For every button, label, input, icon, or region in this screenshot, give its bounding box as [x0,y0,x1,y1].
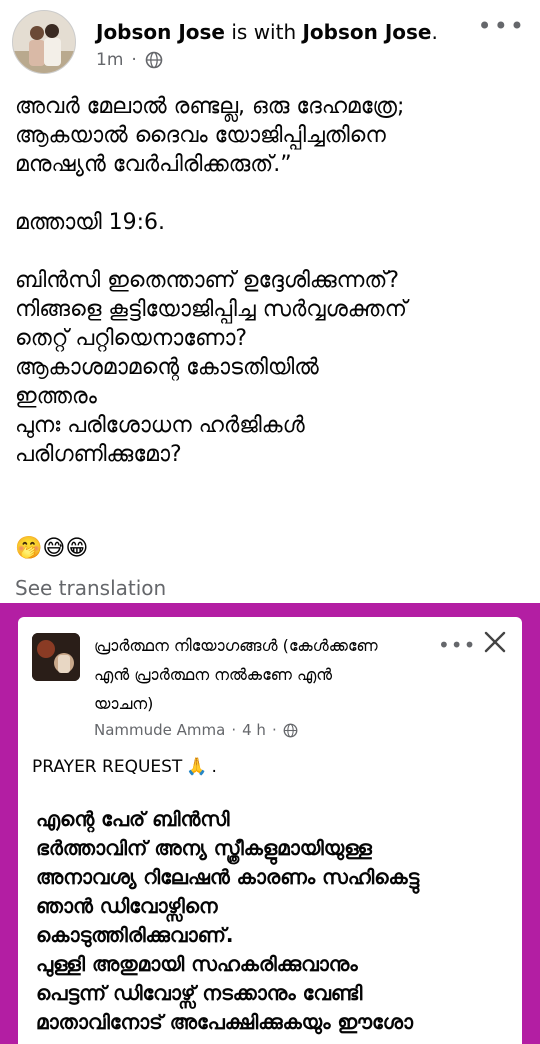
prayer-line: മാതാവിനോട് അപേക്ഷിക്കുകയും ഈശോ [36,1010,414,1034]
see-translation-link[interactable]: See translation [15,576,166,600]
meta-separator: · [271,721,277,739]
post-line: പരിഗണിക്കുമോ? [15,442,182,467]
globe-icon [283,723,298,737]
group-title-line: എൻ പ്രാർത്ഥന നൽകണേ എൻ [94,665,333,684]
with-connector: is with [225,20,303,44]
post-line: മനുഷ്യൻ വേർപിരിക്കരുത്.” [15,152,292,177]
group-photo-icon [32,633,80,681]
prayer-request-body: എന്റെ പേര് ബിൻസി ഭർത്താവിന് അന്യ സ്ത്രീക… [36,805,516,1037]
post-line: ആകയാൽ ദൈവം യോജിപ്പിച്ചതിനെ [15,123,386,148]
prayer-line: എന്റെ പേര് ബിൻസി [36,807,230,831]
couple-photo-icon [13,11,75,73]
close-icon [484,631,506,653]
meta-separator: · [131,50,137,70]
group-title-line: യാചന) [94,694,154,713]
prayer-line: കൊടുത്തിരിക്കുവാണ്. [36,923,234,947]
prayer-line: ഞാൻ ഡിവോഴ്സിനെ [36,894,218,918]
post-line: തെറ്റ് പറ്റിയെനാണോ? [15,326,248,351]
group-title-line: പ്രാർത്ഥന നിയോഗങ്ങൾ (കേൾക്കണേ [94,636,378,655]
post-header: Jobson Jose is with Jobson Jose. 1m · ••… [0,0,540,90]
prayer-line: ഭർത്താവിന് അന്യ സ്ത്രീകളുമായിയുള്ള [36,836,372,860]
post-line-gap [15,237,530,266]
prayer-line: പെട്ടന്ന് ഡിവോഴ്സ് നടക്കാനും വേണ്ടി [36,981,363,1005]
post-line: ആകാശമാമന്റെ കോടതിയിൽ [15,355,319,380]
group-time: 4 h [242,721,266,739]
prayer-line: അനാവശ്യ റിലേഷൻ കാരണം സഹികെട്ടു [36,865,420,889]
post-meta: 1m · [96,50,163,70]
card-more-options-icon: ••• [438,633,477,657]
period: . [431,20,438,44]
post-line: ബിൻസി ഇതെന്താണ് ഉദ്ദേശിക്കുന്നത്? [15,268,400,293]
praying-hands-icon: 🙏 [186,757,208,777]
post-line: ഇത്തരം [15,384,97,409]
prayer-heading-end: . [211,757,217,777]
prayer-line: പുള്ളി അതുമായി സഹകരിക്കുവാനും [36,952,358,976]
author-avatar[interactable] [12,10,76,74]
post-line: മത്തായി 19:6. [15,210,166,235]
group-author: Nammude Amma [94,721,226,739]
post-more-options-icon[interactable]: ••• [478,14,526,38]
shared-screenshot-card: പ്രാർത്ഥന നിയോഗങ്ങൾ (കേൾക്കണേ എൻ പ്രാർത്… [18,617,522,1044]
post-time-link[interactable]: 1m [96,50,123,70]
post-text: അവർ മേലാൽ രണ്ടല്ല, ഒരു ദേഹമത്രേ; ആകയാൽ ദ… [15,92,530,469]
emoji-line: 🤭😅😁 [15,536,89,561]
group-avatar [32,633,80,681]
post-line: പുനഃ പരിശോധന ഹർജികൾ [15,413,305,438]
author-line: Jobson Jose is with Jobson Jose. [96,20,438,44]
meta-separator: · [231,721,237,739]
post-line-gap [15,179,530,208]
tagged-name-link[interactable]: Jobson Jose [302,20,431,44]
prayer-heading-text: PRAYER REQUEST [32,757,183,777]
prayer-request-heading: PRAYER REQUEST 🙏. [32,757,217,777]
post-line: അവർ മേലാൽ രണ്ടല്ല, ഒരു ദേഹമത്രേ; [15,94,405,119]
author-name-link[interactable]: Jobson Jose [96,20,225,44]
group-title[interactable]: പ്രാർത്ഥന നിയോഗങ്ങൾ (കേൾക്കണേ എൻ പ്രാർത്… [94,631,414,718]
group-meta: Nammude Amma · 4 h · [94,721,298,739]
globe-icon [145,51,163,69]
post-line: നിങ്ങളെ കൂട്ടിയോജിപ്പിച്ച സർവ്വശക്തന് [15,297,408,322]
